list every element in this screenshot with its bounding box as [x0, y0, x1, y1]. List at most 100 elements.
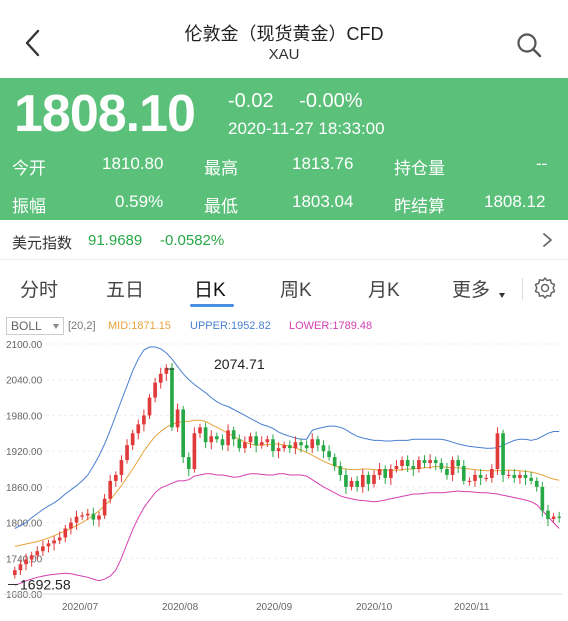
- candle-body: [490, 469, 494, 478]
- candle-body: [276, 448, 281, 452]
- candle-body: [461, 466, 466, 481]
- candle-body: [360, 474, 365, 487]
- candle-body: [299, 442, 303, 446]
- stat-label: 持仓量: [394, 159, 445, 178]
- candle-body: [102, 498, 107, 516]
- candle-body: [69, 522, 73, 529]
- candle-body: [439, 463, 444, 469]
- legend-lower: LOWER:1789.48: [289, 320, 373, 332]
- tab-monthly-k[interactable]: 月K: [368, 275, 400, 302]
- indicator-select[interactable]: BOLL: [6, 317, 64, 335]
- y-tick-label: 2100.00: [6, 340, 43, 351]
- candle-body: [142, 415, 146, 425]
- candle-body: [271, 439, 275, 452]
- candle-body: [52, 540, 56, 544]
- candle-body: [478, 474, 483, 478]
- stat-label: 振幅: [12, 197, 46, 216]
- y-tick-label: 2040.00: [6, 376, 43, 387]
- candle-body: [355, 480, 359, 487]
- candle-body: [136, 424, 141, 434]
- chevron-right-icon[interactable]: [540, 232, 554, 248]
- candle-body: [293, 442, 298, 449]
- last-price: 1808.10: [14, 85, 196, 143]
- index-name: 美元指数: [12, 235, 73, 252]
- tab-intraday[interactable]: 分时: [20, 275, 58, 302]
- legend-mid: MID:1871.15: [108, 320, 171, 332]
- candle-body: [114, 474, 118, 481]
- candle-body: [546, 510, 550, 519]
- candle-body: [41, 546, 45, 552]
- candle-body: [85, 513, 90, 516]
- stat-value: 0.59%: [115, 192, 164, 211]
- candle-body: [534, 480, 539, 487]
- y-tick-label: 1800.00: [6, 519, 43, 530]
- indicator-params: [20,2]: [68, 320, 96, 332]
- candle-body: [12, 570, 17, 575]
- candle-body: [248, 436, 253, 443]
- candle-body: [540, 486, 545, 511]
- caret-down-icon: [499, 293, 505, 298]
- x-tick-label: 2020/09: [256, 602, 293, 613]
- candle-body: [433, 460, 438, 464]
- candle-body: [153, 382, 157, 398]
- candle-body: [523, 474, 528, 478]
- page-title: 伦敦金（现货黄金）CFD: [184, 24, 384, 44]
- candle-body: [495, 433, 500, 469]
- candle-body: [63, 528, 68, 538]
- candle-body: [327, 451, 331, 458]
- indicator-legend: BOLL [20,2] MID:1871.15 UPPER:1952.82 LO…: [0, 316, 568, 336]
- stat-label: 最高: [204, 159, 238, 178]
- candle-body: [338, 466, 343, 475]
- y-tick-label: 1920.00: [6, 447, 43, 458]
- dollar-index-bar[interactable]: 美元指数 91.9689 -0.0582%: [0, 220, 568, 260]
- candle-body: [400, 460, 404, 467]
- period-tabs: 分时 五日 日K 周K 月K 更多: [0, 266, 568, 310]
- candle-body: [209, 436, 214, 443]
- candle-body: [282, 445, 287, 449]
- stat-value: 1803.04: [292, 192, 354, 211]
- candle-body: [529, 477, 533, 481]
- candle-body: [231, 430, 236, 440]
- candle-body: [186, 457, 191, 469]
- candle-body: [243, 442, 247, 449]
- boll-upper-line: [14, 346, 560, 529]
- candle-body: [29, 555, 34, 560]
- stat-label: 今开: [12, 159, 46, 178]
- stats-row: 今开 1810.80 最高 1813.76 持仓量 --: [0, 150, 568, 180]
- candle-body: [557, 516, 562, 518]
- gear-icon[interactable]: [533, 276, 557, 300]
- tab-five-day[interactable]: 五日: [106, 275, 144, 302]
- candle-body: [366, 474, 371, 484]
- candle-body: [147, 397, 152, 416]
- x-tick-label: 2020/10: [356, 602, 393, 613]
- candle-body: [484, 477, 489, 479]
- active-tab-indicator: [190, 304, 234, 307]
- candle-body: [254, 436, 258, 446]
- candle-body: [411, 466, 416, 469]
- candle-body: [383, 469, 388, 478]
- y-tick-label: 1980.00: [6, 411, 43, 422]
- candle-body: [220, 439, 225, 446]
- kline-chart[interactable]: 2100.00 2040.00 1980.00 1920.00 1860.00 1800.…: [0, 336, 568, 621]
- candle-body: [389, 469, 393, 478]
- dropdown-icon: [53, 324, 59, 329]
- tab-daily-k[interactable]: 日K: [194, 275, 226, 302]
- price-change: -0.02 -0.00%: [228, 90, 383, 113]
- candle-body: [265, 439, 270, 443]
- candle-body: [119, 460, 124, 475]
- stat-value: 1813.76: [292, 154, 354, 173]
- stat-value: 1808.12: [484, 192, 546, 211]
- candle-body: [332, 457, 337, 467]
- stat-value: 1810.80: [102, 154, 164, 173]
- candle-body: [287, 445, 292, 449]
- candle-body: [170, 367, 174, 428]
- stat-label: 最低: [204, 197, 238, 216]
- tab-weekly-k[interactable]: 周K: [280, 275, 312, 302]
- search-icon[interactable]: [516, 32, 542, 58]
- candle-body: [46, 543, 51, 547]
- candle-body: [57, 537, 62, 541]
- candle-body: [181, 409, 185, 458]
- change-value: -0.02: [228, 90, 274, 112]
- x-tick-label: 2020/11: [454, 602, 490, 613]
- tab-more[interactable]: 更多: [452, 275, 490, 302]
